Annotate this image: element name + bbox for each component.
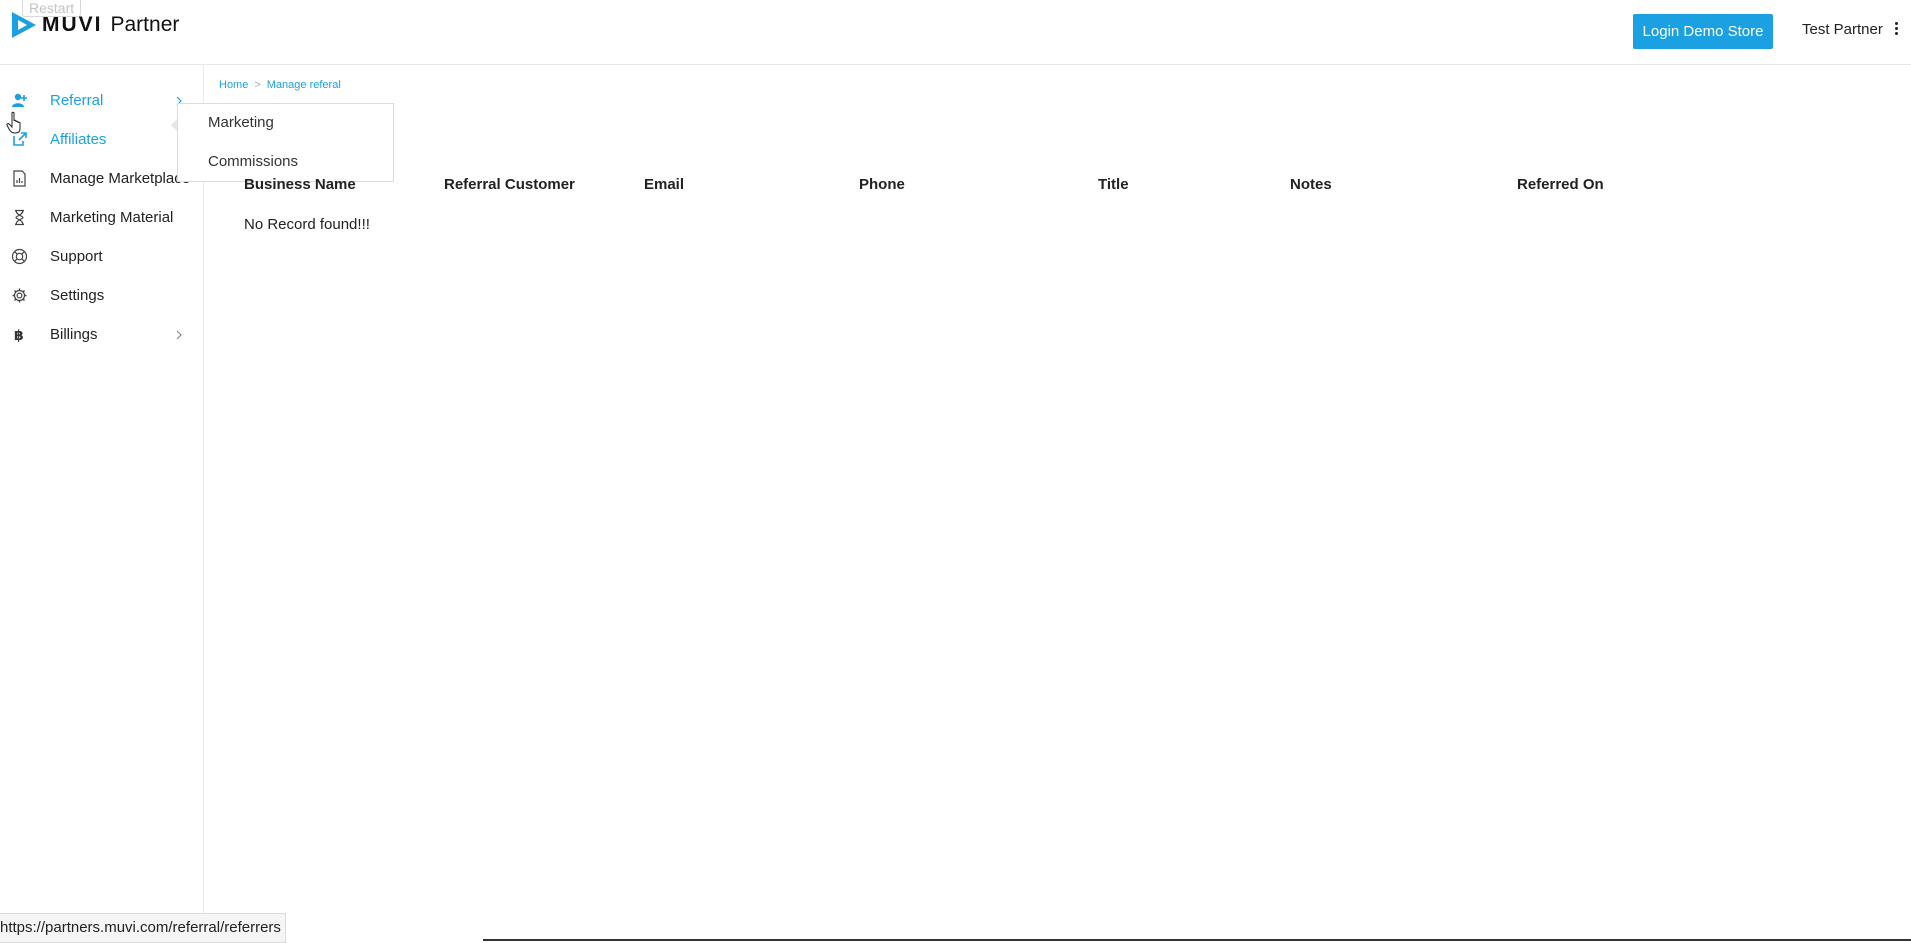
- breadcrumb: Home > Manage referal: [219, 79, 341, 91]
- column-header-referred-on: Referred On: [1517, 176, 1604, 193]
- breadcrumb-separator: >: [254, 79, 261, 91]
- column-header-phone: Phone: [859, 176, 905, 193]
- sidebar-item-referral[interactable]: Referral: [0, 82, 203, 121]
- sidebar-item-label: Marketing Material: [50, 209, 174, 226]
- column-header-title: Title: [1098, 176, 1129, 193]
- breadcrumb-current: Manage referal: [266, 79, 341, 91]
- browser-status-bar: https://partners.muvi.com/referral/refer…: [0, 913, 286, 943]
- login-demo-store-button[interactable]: Login Demo Store: [1633, 14, 1773, 49]
- more-options-icon[interactable]: [1893, 22, 1899, 38]
- column-header-notes: Notes: [1290, 176, 1332, 193]
- sidebar-item-label: Affiliates: [50, 131, 107, 148]
- hand-cursor-icon: [6, 111, 21, 134]
- sidebar: Referral Affiliates Manage Marketplace M…: [0, 65, 204, 941]
- sidebar-item-label: Settings: [50, 287, 105, 304]
- svg-text:฿: ฿: [14, 328, 24, 343]
- hourglass-icon: [15, 209, 24, 226]
- sidebar-item-manage-marketplace[interactable]: Manage Marketplace: [0, 160, 203, 199]
- lifebuoy-icon: [11, 248, 28, 265]
- sidebar-item-settings[interactable]: Settings: [0, 277, 203, 316]
- sidebar-item-label: Billings: [50, 326, 98, 343]
- restart-button[interactable]: Restart: [22, 0, 82, 17]
- user-plus-icon: [12, 93, 27, 107]
- column-header-email: Email: [644, 176, 685, 193]
- sidebar-item-marketing-material[interactable]: Marketing Material: [0, 199, 203, 238]
- chevron-right-icon: [176, 330, 182, 340]
- user-name[interactable]: Test Partner: [1802, 21, 1883, 38]
- sidebar-item-label: Support: [50, 248, 103, 265]
- sidebar-item-label: Referral: [50, 92, 104, 109]
- sidebar-item-label: Manage Marketplace: [50, 170, 191, 187]
- sidebar-item-billings[interactable]: ฿ Billings: [0, 316, 203, 355]
- logo-suffix-text: Partner: [110, 13, 180, 36]
- gear-icon: [12, 288, 27, 303]
- top-header: MUVI Partner Restart Login Demo Store Te…: [0, 0, 1911, 65]
- bitcoin-icon: ฿: [14, 328, 24, 343]
- column-header-referral-customer: Referral Customer: [444, 176, 575, 193]
- submenu-item-commissions[interactable]: Commissions: [208, 153, 298, 170]
- document-chart-icon: [13, 170, 26, 187]
- empty-table-message: No Record found!!!: [244, 216, 370, 233]
- affiliates-submenu: Marketing Commissions: [177, 103, 394, 182]
- column-header-business-name: Business Name: [244, 176, 356, 193]
- sidebar-item-support[interactable]: Support: [0, 238, 203, 277]
- breadcrumb-home-link[interactable]: Home: [219, 79, 248, 91]
- submenu-item-marketing[interactable]: Marketing: [208, 114, 274, 131]
